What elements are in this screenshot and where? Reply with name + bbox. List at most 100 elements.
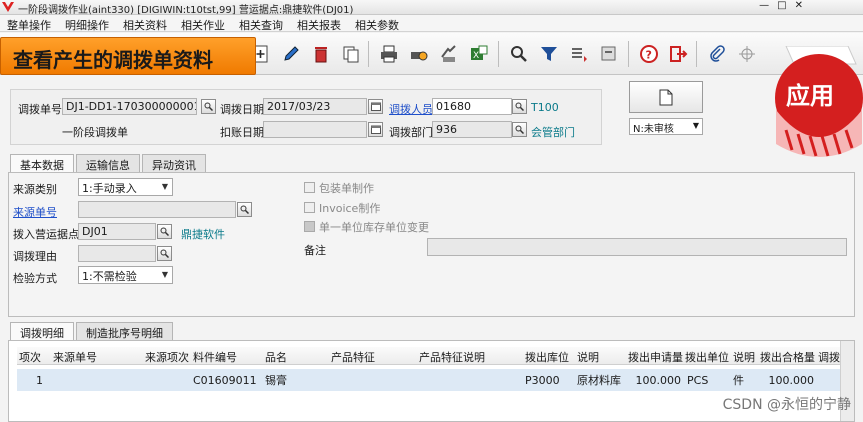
cell-request-qty: 100.000 xyxy=(635,373,682,387)
print-preview-icon[interactable] xyxy=(408,43,430,65)
menu-item-related-data[interactable]: 相关资料 xyxy=(116,15,174,32)
col-header[interactable]: 产品特征说明 xyxy=(417,347,523,364)
dept-field[interactable]: 936 xyxy=(432,121,512,138)
grid-header: 项次 来源单号 来源项次 料件编号 品名 产品特征 产品特征说明 拨出库位 说明… xyxy=(17,347,849,365)
single-unit-checkbox[interactable] xyxy=(304,221,315,232)
export-icon[interactable] xyxy=(438,43,460,65)
window-controls: — □ ✕ xyxy=(759,0,803,11)
filter-icon[interactable] xyxy=(538,43,560,65)
cell-unit: PCS xyxy=(687,373,709,387)
tab-transfer-detail[interactable]: 调拨明细 xyxy=(10,322,74,341)
col-header[interactable]: 说明 xyxy=(575,347,626,364)
tab-basic-data[interactable]: 基本数据 xyxy=(10,154,74,173)
batch-icon[interactable] xyxy=(598,43,620,65)
tab-change-info[interactable]: 异动资讯 xyxy=(142,154,206,172)
in-site-name: 鼎捷软件 xyxy=(181,228,225,241)
col-header[interactable]: 拨出单位 xyxy=(683,347,731,364)
single-unit-label: 单一单位库存单位变更 xyxy=(319,221,429,234)
col-header[interactable]: 产品特征 xyxy=(329,347,417,364)
col-header[interactable]: 来源项次 xyxy=(143,347,191,364)
doc-date-field[interactable]: 2017/03/23 xyxy=(263,98,367,115)
pack-checkbox[interactable] xyxy=(304,182,315,193)
col-header[interactable]: 料件编号 xyxy=(191,347,263,364)
doc-date-picker-button[interactable] xyxy=(368,99,383,114)
person-label-link[interactable]: 调拨人员 xyxy=(389,101,433,117)
in-site-field[interactable]: DJ01 xyxy=(78,223,156,240)
reason-field[interactable] xyxy=(78,245,156,262)
close-icon[interactable]: ✕ xyxy=(795,0,803,11)
post-date-field[interactable] xyxy=(263,121,367,138)
attachment-icon[interactable] xyxy=(706,43,728,65)
excel-icon[interactable]: X xyxy=(468,43,490,65)
in-site-lookup-button[interactable] xyxy=(157,224,172,239)
table-row[interactable]: 1 C01609011 锡膏 P3000 原材料库 100.000 PCS 件 … xyxy=(17,369,849,391)
source-no-label-link[interactable]: 来源单号 xyxy=(13,204,57,220)
person-lookup-button[interactable] xyxy=(512,99,527,114)
minimize-icon[interactable]: — xyxy=(759,0,769,11)
inspect-select[interactable]: 1:不需检验 ▼ xyxy=(78,266,173,284)
lookup-search-icon xyxy=(240,205,249,214)
document-button[interactable] xyxy=(629,81,703,113)
col-header[interactable]: 拨出申请量 xyxy=(626,347,683,364)
crosshair-icon[interactable] xyxy=(736,43,758,65)
dept-lookup-button[interactable] xyxy=(512,122,527,137)
edit-pencil-icon[interactable] xyxy=(280,43,302,65)
header-form: 调拨单号 DJ1-DD1-170300000001 调拨日期 2017/03/2… xyxy=(10,89,602,145)
print-icon[interactable] xyxy=(378,43,400,65)
dept-name: 会管部门 xyxy=(531,126,575,139)
status-select[interactable]: N:未审核 ▼ xyxy=(629,118,703,135)
tab-transport-info[interactable]: 运输信息 xyxy=(76,154,140,172)
doc-no-lookup-button[interactable] xyxy=(201,99,216,114)
toolbar-separator xyxy=(498,41,499,67)
cell-item-name: 锡膏 xyxy=(265,374,287,387)
col-header[interactable]: 品名 xyxy=(263,347,329,364)
delete-trash-icon[interactable] xyxy=(310,43,332,65)
cell-item-no: C01609011 xyxy=(193,373,257,387)
annotation-banner: 查看产生的调拨单资料 xyxy=(0,37,256,75)
col-header[interactable]: 拨出合格量 xyxy=(758,347,816,364)
col-header[interactable]: 来源单号 xyxy=(51,347,143,364)
cell-location-desc: 原材料库 xyxy=(577,374,621,387)
source-no-field[interactable] xyxy=(78,201,236,218)
exit-icon[interactable] xyxy=(668,43,690,65)
help-icon[interactable]: ? xyxy=(638,43,660,65)
apply-badge: 应用 xyxy=(764,45,863,166)
menu-bar: 整单操作 明细操作 相关资料 相关作业 相关查询 相关报表 相关参数 xyxy=(0,15,863,32)
doc-no-field[interactable]: DJ1-DD1-170300000001 xyxy=(62,98,197,115)
cell-qualified-qty: 100.000 xyxy=(768,373,815,387)
col-header[interactable]: 拨出库位 xyxy=(523,347,575,364)
maximize-icon[interactable]: □ xyxy=(777,0,786,11)
menu-item-batch-ops[interactable]: 整单操作 xyxy=(0,15,58,32)
post-date-picker-button[interactable] xyxy=(368,122,383,137)
col-header[interactable]: 调拨 xyxy=(816,347,840,364)
remark-field[interactable] xyxy=(427,238,847,256)
menu-item-related-query[interactable]: 相关查询 xyxy=(232,15,290,32)
cell-source-seq xyxy=(143,378,191,382)
basic-data-panel: 来源类别 1:手动录入 ▼ 来源单号 拨入营运据点 DJ01 鼎捷软件 调拨理由… xyxy=(8,172,855,317)
invoice-label: Invoice制作 xyxy=(319,202,381,215)
menu-item-related-jobs[interactable]: 相关作业 xyxy=(174,15,232,32)
reason-lookup-button[interactable] xyxy=(157,246,172,261)
source-no-lookup-button[interactable] xyxy=(237,202,252,217)
lookup-search-icon xyxy=(160,227,169,236)
col-header[interactable]: 说明 xyxy=(731,347,758,364)
copy-icon[interactable] xyxy=(340,43,362,65)
svg-text:?: ? xyxy=(646,49,652,62)
col-header[interactable]: 项次 xyxy=(17,347,51,364)
person-field[interactable]: 01680 xyxy=(432,98,512,115)
reason-label: 调拨理由 xyxy=(13,250,57,263)
in-site-label: 拨入营运据点 xyxy=(13,228,79,241)
source-type-value: 1:手动录入 xyxy=(82,182,137,195)
invoice-checkbox[interactable] xyxy=(304,202,315,213)
tab-lot-serial-detail[interactable]: 制造批序号明细 xyxy=(76,322,173,340)
search-icon[interactable] xyxy=(508,43,530,65)
toolbar-separator xyxy=(628,41,629,67)
cell-out-location: P3000 xyxy=(525,373,560,387)
toolbar-separator xyxy=(696,41,697,67)
menu-item-related-report[interactable]: 相关报表 xyxy=(290,15,348,32)
source-type-select[interactable]: 1:手动录入 ▼ xyxy=(78,178,173,196)
menu-item-related-params[interactable]: 相关参数 xyxy=(348,15,406,32)
cell-seq: 1 xyxy=(36,373,43,387)
list-view-icon[interactable] xyxy=(568,43,590,65)
menu-item-detail-ops[interactable]: 明细操作 xyxy=(58,15,116,32)
